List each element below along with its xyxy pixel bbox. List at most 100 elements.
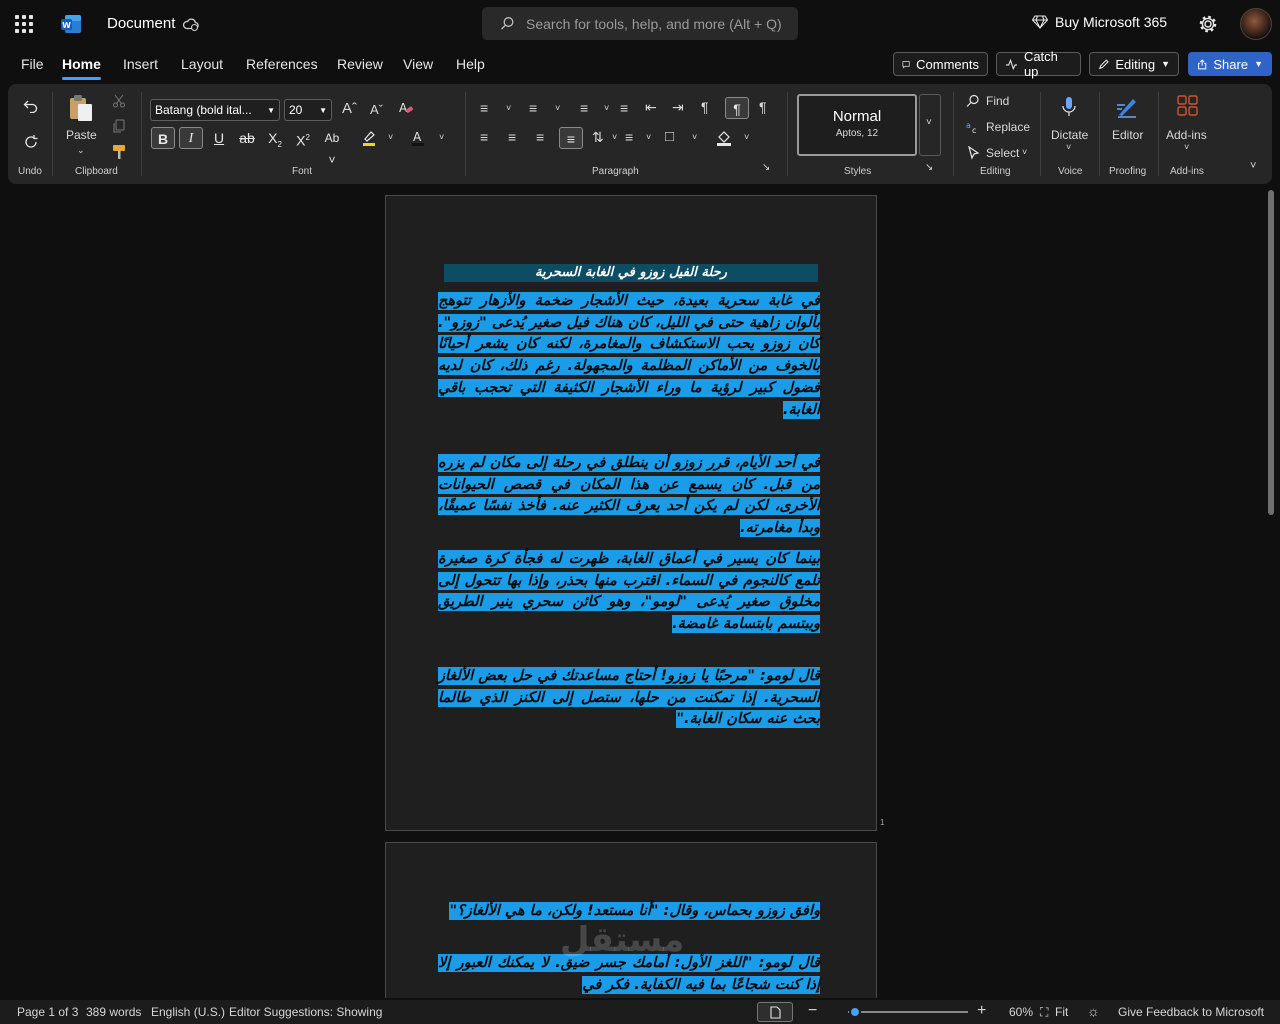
brightness-icon[interactable]: ☼ <box>1087 1003 1100 1019</box>
selected-text[interactable]: في أحد الأيام، قرر زوزو أن ينطلق في رحلة… <box>438 454 820 538</box>
add-ins-button-label[interactable]: Add-ins <box>1166 128 1207 142</box>
change-case-button[interactable]: Ab ˅ <box>320 127 344 167</box>
redo-icon[interactable] <box>23 134 39 150</box>
selected-text[interactable]: وافق زوزو بحماس، وقال: "أنا مستعد! ولكن،… <box>449 902 820 920</box>
underline-button[interactable]: U <box>207 127 231 149</box>
language-indicator[interactable]: English (U.S.) <box>151 1005 225 1019</box>
chevron-down-icon[interactable]: ˅ <box>604 103 609 113</box>
align-center-icon[interactable]: ≡ <box>508 129 516 145</box>
cut-scissors-icon[interactable] <box>112 94 126 108</box>
zoom-level[interactable]: 60% <box>1009 1005 1033 1019</box>
strikethrough-button[interactable]: ab <box>235 127 259 149</box>
fit-label[interactable]: Fit <box>1055 1005 1068 1019</box>
bold-button[interactable]: B <box>151 127 175 149</box>
align-left-icon[interactable]: ≡ <box>480 129 488 145</box>
settings-gear-icon[interactable] <box>1198 14 1218 34</box>
zoom-out-icon[interactable]: − <box>808 1002 817 1020</box>
tab-file[interactable]: File <box>21 56 44 72</box>
chevron-down-icon[interactable]: ˅ <box>1184 142 1189 152</box>
highlighter-icon[interactable] <box>361 130 377 146</box>
font-size-dropdown[interactable]: 20 ▼ <box>284 99 332 121</box>
shading-icon[interactable] <box>716 129 732 147</box>
paragraph[interactable]: في أحد الأيام، قرر زوزو أن ينطلق في رحلة… <box>438 453 820 540</box>
increase-indent-icon[interactable]: ⇥ <box>672 99 684 116</box>
paragraph[interactable]: بينما كان يسير في أعماق الغابة، ظهرت له … <box>438 549 820 636</box>
app-launcher-icon[interactable] <box>15 15 33 33</box>
italic-button[interactable]: I <box>179 127 203 149</box>
paragraph[interactable]: قال لومو: "مرحبًا يا زوزو! أحتاج مساعدتك… <box>438 666 820 731</box>
tab-home[interactable]: Home <box>62 56 101 72</box>
add-ins-grid-icon[interactable] <box>1177 95 1199 117</box>
editor-label[interactable]: Editor <box>1112 128 1143 142</box>
paragraph-spacing-icon[interactable]: ≡ <box>625 129 633 145</box>
chevron-down-icon[interactable]: ˅ <box>646 132 651 142</box>
chevron-down-icon[interactable]: ˅ <box>439 132 444 142</box>
find-label[interactable]: Find <box>986 94 1009 108</box>
zoom-in-icon[interactable]: + <box>977 1002 986 1020</box>
tab-view[interactable]: View <box>403 56 433 72</box>
editing-mode-button[interactable]: Editing ▼ <box>1089 52 1179 76</box>
clear-formatting-icon[interactable]: A <box>398 100 414 116</box>
numbering-icon[interactable]: ≡ <box>529 100 537 116</box>
tab-insert[interactable]: Insert <box>123 56 158 72</box>
show-formatting-marks-icon[interactable]: ¶ <box>759 99 767 115</box>
chevron-down-icon[interactable]: ˅ <box>692 132 697 142</box>
superscript-button[interactable]: X2 <box>291 127 315 149</box>
line-spacing-icon[interactable]: ⇅ <box>592 129 604 146</box>
chevron-down-icon[interactable]: ˅ <box>744 132 749 142</box>
fit-icon[interactable]: ⛶ <box>1040 1005 1048 1020</box>
paste-clipboard-icon[interactable] <box>68 94 94 122</box>
editor-pen-icon[interactable] <box>1115 95 1139 119</box>
select-label[interactable]: Select <box>986 146 1019 160</box>
chevron-down-icon[interactable]: ˅ <box>555 103 560 113</box>
chevron-down-icon[interactable]: ˅ <box>1022 147 1027 157</box>
justify-button[interactable]: ≡ <box>559 127 583 149</box>
decrease-indent-icon[interactable]: ⇤ <box>645 99 657 116</box>
font-name-dropdown[interactable]: Batang (bold ital... ▼ <box>150 99 280 121</box>
chevron-down-icon[interactable]: ˅ <box>506 103 511 113</box>
user-avatar[interactable] <box>1240 8 1272 40</box>
print-layout-view-button[interactable] <box>757 1002 793 1022</box>
document-heading[interactable]: رحلة الفيل زوزو في الغابة السحرية <box>444 264 818 282</box>
paste-label[interactable]: Paste <box>66 128 97 142</box>
dictate-label[interactable]: Dictate <box>1051 128 1088 142</box>
multilevel-list-icon[interactable]: ≡ <box>580 100 588 116</box>
chevron-down-icon[interactable]: ˅ <box>388 132 393 142</box>
zoom-slider-thumb[interactable] <box>849 1006 861 1018</box>
comments-button[interactable]: Comments <box>893 52 988 76</box>
paragraph[interactable]: في غابة سحرية بعيدة، حيث الأشجار ضخمة وا… <box>438 291 820 421</box>
share-button[interactable]: Share ▼ <box>1188 52 1272 76</box>
selected-text[interactable]: قال لومو: "مرحبًا يا زوزو! أحتاج مساعدتك… <box>438 667 820 729</box>
align-right-icon[interactable]: ≡ <box>536 129 544 145</box>
editor-suggestions-status[interactable]: Editor Suggestions: Showing <box>229 1005 382 1019</box>
ribbon-expand-chevron-icon[interactable]: ˅ <box>1250 160 1256 172</box>
chevron-down-icon[interactable]: ˅ <box>612 132 617 142</box>
document-page[interactable]: رحلة الفيل زوزو في الغابة السحرية في غاب… <box>385 195 877 831</box>
rtl-direction-icon[interactable]: ¶ <box>701 99 709 115</box>
styles-more-button[interactable]: ˅ <box>919 94 941 156</box>
format-painter-icon[interactable] <box>112 144 126 160</box>
selected-text[interactable]: في غابة سحرية بعيدة، حيث الأشجار ضخمة وا… <box>438 292 820 419</box>
scrollbar-thumb[interactable] <box>1268 190 1274 515</box>
replace-icon[interactable]: ac <box>966 120 981 134</box>
undo-icon[interactable] <box>23 99 39 113</box>
word-count[interactable]: 389 words <box>86 1005 141 1019</box>
dialog-launcher-icon[interactable]: ↘ <box>925 162 933 173</box>
zoom-slider[interactable] <box>848 1011 968 1013</box>
document-title[interactable]: Document <box>107 15 175 32</box>
search-box[interactable]: Search for tools, help, and more (Alt + … <box>482 7 798 40</box>
cloud-sync-icon[interactable] <box>182 16 200 32</box>
catch-up-button[interactable]: Catch up <box>996 49 1081 79</box>
replace-label[interactable]: Replace <box>986 120 1030 134</box>
chevron-down-icon[interactable]: ⌄ <box>77 145 85 156</box>
tab-layout[interactable]: Layout <box>181 56 223 72</box>
microphone-icon[interactable] <box>1061 96 1077 118</box>
tab-review[interactable]: Review <box>337 56 383 72</box>
select-cursor-icon[interactable] <box>968 146 980 160</box>
borders-icon[interactable]: □ <box>665 128 674 145</box>
find-icon[interactable] <box>966 94 980 108</box>
copy-icon[interactable] <box>112 119 126 133</box>
shrink-font-icon[interactable]: Aˇ <box>370 102 383 117</box>
bullets-icon[interactable]: ≡ <box>480 100 488 116</box>
page-count[interactable]: Page 1 of 3 <box>17 1005 78 1019</box>
